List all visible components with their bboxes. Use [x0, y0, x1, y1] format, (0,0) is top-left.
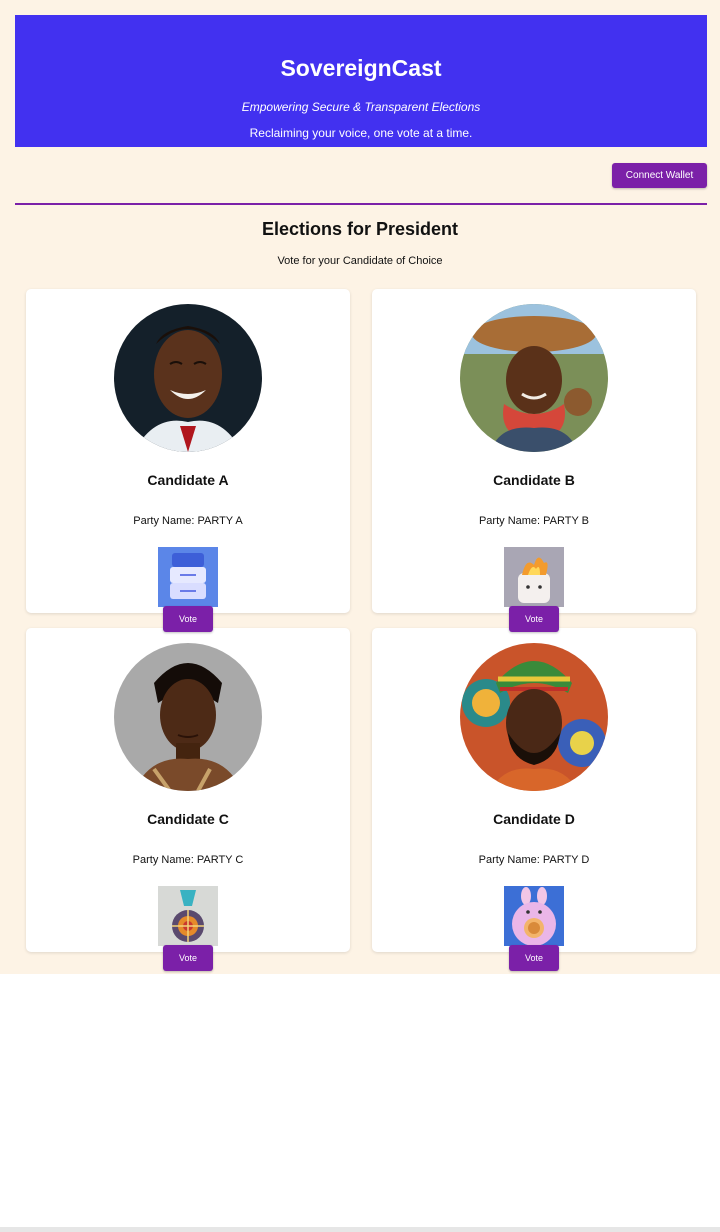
party-prefix: Party Name:: [478, 854, 543, 866]
party-value: PARTY A: [197, 515, 243, 527]
candidate-name: Candidate D: [493, 811, 575, 827]
candidate-card-d: Candidate D Party Name: PARTY D Vote: [372, 628, 696, 971]
site-tagline: Empowering Secure & Transparent Election…: [241, 100, 481, 114]
party-name: Party Name: PARTY D: [372, 854, 696, 866]
election-title: Elections for President: [261, 219, 459, 239]
candidate-name: Candidate B: [493, 472, 575, 488]
vote-button[interactable]: Vote: [163, 606, 213, 632]
candidate-photo: [460, 304, 608, 452]
party-value: PARTY D: [542, 854, 590, 866]
vote-button[interactable]: Vote: [163, 945, 213, 971]
nft-image: [158, 547, 218, 607]
vote-button[interactable]: Vote: [509, 945, 559, 971]
connect-wallet-button[interactable]: Connect Wallet: [612, 163, 707, 188]
candidate-photo: [114, 304, 262, 452]
vote-button[interactable]: Vote: [509, 606, 559, 632]
candidate-name: Candidate C: [147, 811, 229, 827]
candidate-photo: [114, 643, 262, 791]
candidate-card-a: Candidate A Party Name: PARTY A Vote: [26, 289, 350, 632]
party-name: Party Name: PARTY A: [26, 515, 350, 527]
party-prefix: Party Name:: [478, 515, 544, 527]
site-header: SovereignCast Empowering Secure & Transp…: [15, 15, 707, 147]
site-subtitle: Reclaiming your voice, one vote at a tim…: [249, 126, 473, 140]
site-title: SovereignCast: [280, 55, 442, 81]
candidate-photo: [460, 643, 608, 791]
nft-image: [504, 886, 564, 946]
candidate-card-c: Candidate C Party Name: PARTY C Vote: [26, 628, 350, 971]
party-prefix: Party Name:: [132, 854, 197, 866]
party-value: PARTY B: [543, 515, 590, 527]
nft-image: [158, 886, 218, 946]
bottom-scrollbar: [0, 1227, 720, 1232]
election-subtitle: Vote for your Candidate of Choice: [277, 255, 443, 267]
party-name: Party Name: PARTY B: [372, 515, 696, 527]
party-name: Party Name: PARTY C: [26, 854, 350, 866]
candidate-card-b: Candidate B Party Name: PARTY B Vote: [372, 289, 696, 632]
page: SovereignCast Empowering Secure & Transp…: [0, 0, 720, 974]
party-value: PARTY C: [196, 854, 244, 866]
party-prefix: Party Name:: [133, 515, 198, 527]
candidate-name: Candidate A: [147, 472, 229, 488]
nft-image: [504, 547, 564, 607]
divider: [15, 203, 707, 205]
